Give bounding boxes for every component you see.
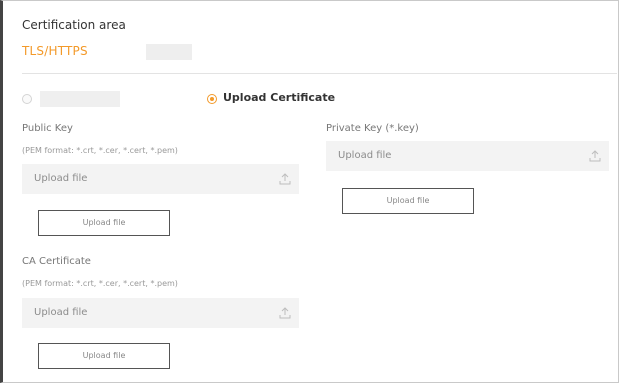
upload-icon[interactable] <box>279 173 291 185</box>
private-key-upload-button[interactable]: Upload file <box>342 188 474 214</box>
private-key-field-placeholder: Upload file <box>338 150 392 161</box>
radio-option-unselected-label <box>40 91 120 107</box>
public-key-format-hint: (PEM format: *.crt, *.cer, *.cert, *.pem… <box>22 146 178 155</box>
ca-certificate-upload-button[interactable]: Upload file <box>38 343 170 369</box>
radio-upload-certificate[interactable] <box>207 94 217 104</box>
ca-certificate-label: CA Certificate <box>22 256 91 267</box>
public-key-field-placeholder: Upload file <box>34 173 88 184</box>
tab-tls-https[interactable]: TLS/HTTPS <box>22 44 88 58</box>
ca-certificate-format-hint: (PEM format: *.crt, *.cer, *.cert, *.pem… <box>22 279 178 288</box>
public-key-label: Public Key <box>22 123 73 134</box>
section-title: Certification area <box>22 18 126 32</box>
ca-certificate-field-placeholder: Upload file <box>34 307 88 318</box>
public-key-upload-button[interactable]: Upload file <box>38 210 170 236</box>
upload-icon[interactable] <box>589 150 601 162</box>
radio-upload-certificate-label: Upload Certificate <box>223 91 336 104</box>
tab-secondary[interactable] <box>146 44 192 60</box>
public-key-file-field[interactable]: Upload file <box>22 164 299 194</box>
upload-icon[interactable] <box>279 307 291 319</box>
private-key-file-field[interactable]: Upload file <box>326 141 609 171</box>
section-divider <box>22 73 617 74</box>
private-key-label: Private Key (*.key) <box>326 123 419 134</box>
radio-option-unselected[interactable] <box>22 94 32 104</box>
certification-panel: Certification area TLS/HTTPS Upload Cert… <box>0 0 619 383</box>
ca-certificate-file-field[interactable]: Upload file <box>22 298 299 328</box>
